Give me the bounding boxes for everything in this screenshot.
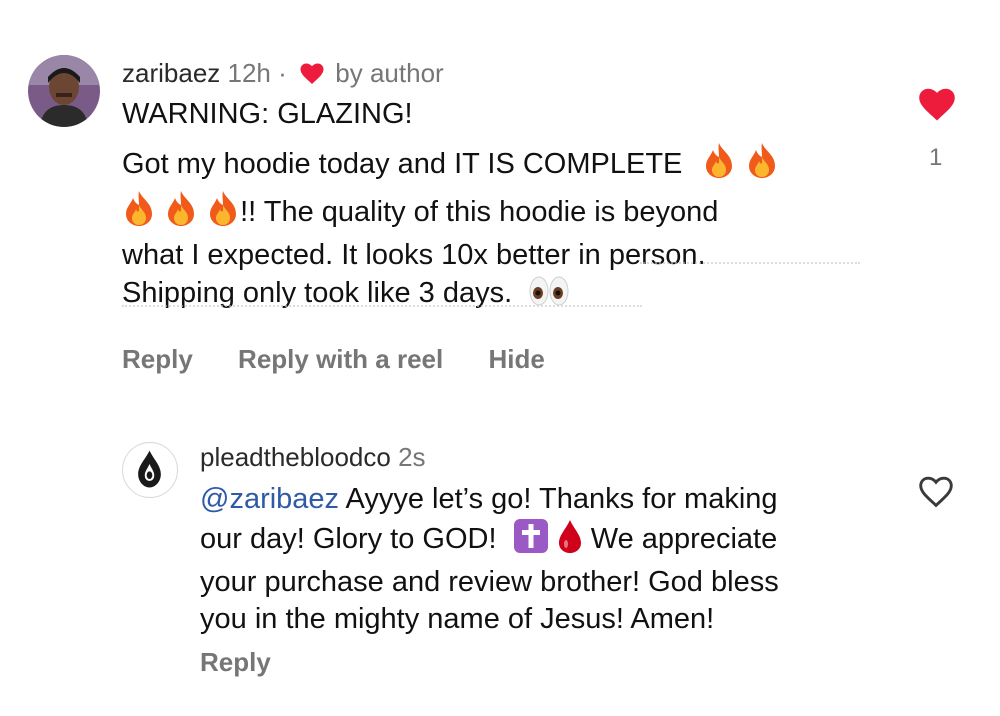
comment-text: your purchase and review brother! God bl… — [200, 566, 779, 598]
comment-line: Got my hoodie today and IT IS COMPLETE — [122, 141, 882, 189]
comment-text: Got my hoodie today and IT IS COMPLETE — [122, 148, 683, 180]
comment-line: @zaribaez Ayyye let’s go! Thanks for mak… — [200, 481, 900, 518]
comment-text: Ayyye let’s go! Thanks for making — [345, 483, 778, 515]
hide-button[interactable]: Hide — [488, 344, 544, 374]
blood-drop-emoji — [557, 518, 583, 564]
avatar-photo — [28, 55, 100, 127]
comment-body: @zaribaez Ayyye let’s go! Thanks for mak… — [200, 481, 900, 638]
obscured-text-fade — [640, 262, 860, 267]
comment-line: !! The quality of this hoodie is beyond — [122, 189, 882, 237]
reply-with-reel-button[interactable]: Reply with a reel — [238, 344, 443, 374]
fire-emoji — [122, 189, 156, 237]
timestamp: 12h — [227, 58, 271, 88]
comment-heading: WARNING: GLAZING! — [122, 98, 413, 130]
comment-text: We appreciate — [590, 523, 778, 555]
latin-cross-emoji — [513, 518, 549, 564]
mention-link[interactable]: @zaribaez — [200, 483, 339, 515]
comment-text: !! The quality of this hoodie is beyond — [240, 196, 719, 228]
blood-drop-logo — [138, 450, 161, 488]
liked-by-author-label: by author — [335, 58, 444, 88]
comment-line: Shipping only took like 3 days. — [122, 274, 882, 318]
fire-emoji — [206, 189, 240, 237]
heart-filled-icon[interactable] — [918, 88, 956, 122]
comment-meta: pleadthebloodco 2s — [200, 442, 426, 472]
comment-text: you in the mighty name of Jesus! Amen! — [200, 603, 715, 635]
comment-body: WARNING: GLAZING! Got my hoodie today an… — [122, 96, 882, 318]
reply-button[interactable]: Reply — [122, 344, 193, 374]
comment-text: our day! Glory to GOD! — [200, 523, 497, 555]
comment-line: our day! Glory to GOD! We appreciate — [200, 518, 900, 564]
eyes-emoji — [528, 274, 570, 318]
avatar[interactable] — [28, 55, 100, 127]
comment-meta: zaribaez 12h · by author — [122, 58, 444, 88]
avatar[interactable] — [122, 442, 178, 498]
heart-outline-icon[interactable] — [918, 476, 954, 508]
obscured-text-fade — [122, 305, 642, 310]
fire-emoji — [745, 141, 779, 189]
separator: · — [278, 58, 287, 88]
reply-button[interactable]: Reply — [200, 647, 271, 677]
like-count: 1 — [929, 144, 943, 171]
timestamp: 2s — [398, 442, 426, 472]
comment-text: what I expected. It looks 10x better in … — [122, 239, 706, 271]
fire-emoji — [702, 141, 736, 189]
heart-filled-icon — [300, 63, 324, 84]
username[interactable]: zaribaez — [122, 58, 220, 88]
fire-emoji — [164, 189, 198, 237]
comment-actions: Reply — [200, 647, 309, 678]
comment-actions: Reply Reply with a reel Hide — [122, 344, 583, 375]
username[interactable]: pleadthebloodco — [200, 442, 391, 472]
